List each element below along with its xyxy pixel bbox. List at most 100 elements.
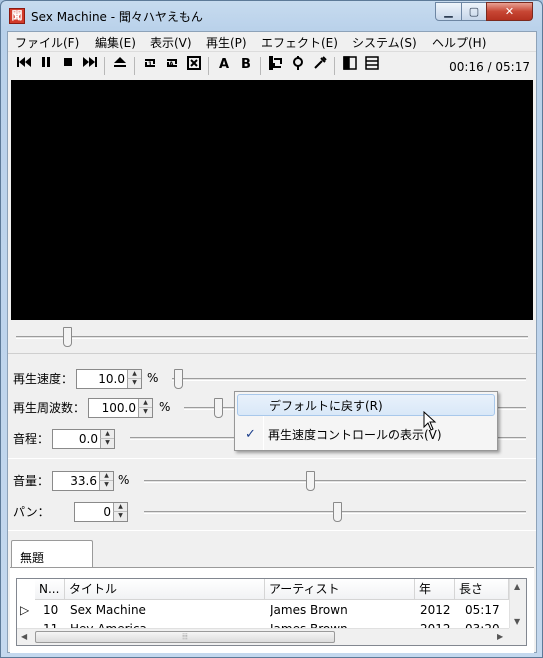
menu-help[interactable]: ヘルプ(H) bbox=[432, 34, 486, 51]
svg-text:1: 1 bbox=[148, 61, 152, 68]
pitch-label: 音程： bbox=[13, 432, 50, 446]
column-header-number[interactable]: N... bbox=[35, 579, 65, 600]
pause-icon[interactable] bbox=[36, 55, 56, 75]
pan-input[interactable]: 0 ▲ ▼ bbox=[74, 502, 128, 522]
marker-remove-icon[interactable] bbox=[310, 55, 330, 75]
loop-one-icon[interactable]: 1 bbox=[140, 55, 160, 75]
menu-edit[interactable]: 編集(E) bbox=[95, 34, 136, 51]
row-year[interactable]: 2012 bbox=[420, 603, 451, 617]
scroll-right-icon[interactable]: ▶ bbox=[497, 632, 503, 641]
volume-thumb[interactable] bbox=[305, 471, 315, 491]
loop-all-icon[interactable]: A bbox=[162, 55, 182, 75]
menu-view[interactable]: 表示(V) bbox=[150, 34, 192, 51]
menu-item-label: 再生速度コントロールの表示(V) bbox=[268, 428, 442, 442]
volume-track[interactable] bbox=[144, 480, 526, 483]
menu-bar: ファイル(F) 編集(E) 表示(V) 再生(P) エフェクト(E) システム(… bbox=[8, 32, 536, 52]
tab-untitled[interactable]: 無題 bbox=[11, 540, 93, 568]
maximize-button[interactable]: ▢ bbox=[461, 2, 487, 21]
row-artist[interactable]: James Brown bbox=[270, 603, 348, 617]
frequency-input[interactable]: 100.0 ▲ ▼ bbox=[88, 398, 153, 418]
pitch-down-button[interactable]: ▼ bbox=[100, 439, 114, 448]
column-header-artist[interactable]: アーティスト bbox=[265, 579, 415, 600]
frequency-label: 再生周波数： bbox=[13, 401, 86, 415]
speed-track[interactable] bbox=[172, 378, 526, 381]
video-display[interactable] bbox=[11, 80, 533, 320]
svg-text:A: A bbox=[169, 61, 174, 68]
volume-unit: % bbox=[118, 473, 130, 487]
scroll-left-icon[interactable]: ◀ bbox=[21, 632, 27, 641]
eject-icon[interactable] bbox=[110, 55, 130, 75]
minimize-button[interactable]: ▁ bbox=[435, 2, 462, 21]
vertical-scrollbar[interactable]: ▲ ▼ bbox=[509, 579, 526, 629]
view-toggle-1-icon[interactable] bbox=[340, 55, 360, 75]
toolbar: 1 A A B 00:16 / 05:17 bbox=[8, 52, 536, 80]
seek-thumb[interactable] bbox=[62, 327, 72, 347]
window-title: Sex Machine - 聞々ハヤえもん bbox=[31, 10, 203, 24]
playlist-panel: N... タイトル アーティスト 年 長さ ▷ 10 Sex Machine J… bbox=[10, 567, 534, 653]
next-icon[interactable] bbox=[80, 55, 100, 75]
close-button[interactable]: ✕ bbox=[486, 2, 533, 21]
row-title[interactable]: Sex Machine bbox=[70, 603, 146, 617]
pan-down-button[interactable]: ▼ bbox=[113, 512, 127, 521]
horizontal-scroll-thumb[interactable]: ⦙⦙⦙ bbox=[35, 631, 335, 643]
seek-track[interactable] bbox=[16, 336, 528, 339]
row-number[interactable]: 10 bbox=[43, 603, 58, 617]
ab-loop-icon[interactable] bbox=[266, 55, 286, 75]
menu-play[interactable]: 再生(P) bbox=[206, 34, 247, 51]
previous-icon[interactable] bbox=[14, 55, 34, 75]
app-icon[interactable]: 聞 bbox=[9, 8, 25, 24]
pan-thumb[interactable] bbox=[333, 502, 342, 522]
pan-up-button[interactable]: ▲ bbox=[113, 503, 127, 512]
speed-value: 10.0 bbox=[98, 372, 125, 386]
speed-thumb[interactable] bbox=[174, 369, 183, 389]
client-area: ファイル(F) 編集(E) 表示(V) 再生(P) エフェクト(E) システム(… bbox=[7, 31, 537, 653]
menu-item-show-speed-control[interactable]: ✓ 再生速度コントロールの表示(V) bbox=[237, 424, 495, 446]
volume-input[interactable]: 33.6 ▲ ▼ bbox=[52, 471, 114, 491]
marker-add-icon[interactable] bbox=[288, 55, 308, 75]
column-header-title[interactable]: タイトル bbox=[65, 579, 265, 600]
speed-up-button[interactable]: ▲ bbox=[127, 370, 141, 379]
frequency-thumb[interactable] bbox=[214, 398, 224, 418]
time-display: 00:16 / 05:17 bbox=[449, 60, 530, 74]
pitch-input[interactable]: 0.0 ▲ ▼ bbox=[52, 429, 115, 449]
pitch-value: 0.0 bbox=[78, 432, 98, 446]
random-icon[interactable] bbox=[184, 55, 204, 75]
menu-system[interactable]: システム(S) bbox=[352, 34, 417, 51]
toolbar-separator bbox=[104, 57, 105, 75]
speed-unit: % bbox=[147, 371, 159, 385]
menu-file[interactable]: ファイル(F) bbox=[15, 34, 79, 51]
toolbar-separator bbox=[208, 57, 209, 75]
menu-item-reset-default[interactable]: デフォルトに戻す(R) bbox=[237, 394, 495, 416]
context-menu: デフォルトに戻す(R) ✓ 再生速度コントロールの表示(V) bbox=[234, 391, 498, 451]
horizontal-scrollbar[interactable]: ◀ ⦙⦙⦙ ▶ bbox=[17, 628, 509, 645]
volume-value: 33.6 bbox=[70, 474, 97, 488]
marker-b-icon[interactable]: B bbox=[236, 55, 256, 75]
toolbar-separator bbox=[334, 57, 335, 75]
toolbar-separator bbox=[260, 57, 261, 75]
now-playing-icon: ▷ bbox=[20, 603, 30, 617]
column-header-length[interactable]: 長さ bbox=[455, 579, 509, 600]
view-toggle-2-icon[interactable] bbox=[362, 55, 382, 75]
speed-input[interactable]: 10.0 ▲ ▼ bbox=[76, 369, 142, 389]
group-divider bbox=[8, 530, 536, 531]
group-divider bbox=[8, 458, 536, 459]
speed-down-button[interactable]: ▼ bbox=[127, 379, 141, 388]
mouse-cursor-icon bbox=[423, 411, 437, 431]
frequency-unit: % bbox=[159, 400, 171, 414]
volume-up-button[interactable]: ▲ bbox=[99, 472, 113, 481]
playlist-table[interactable]: N... タイトル アーティスト 年 長さ ▷ 10 Sex Machine J… bbox=[16, 578, 527, 646]
scroll-up-icon[interactable]: ▲ bbox=[514, 582, 520, 591]
menu-effect[interactable]: エフェクト(E) bbox=[261, 34, 338, 51]
volume-down-button[interactable]: ▼ bbox=[99, 481, 113, 490]
pitch-up-button[interactable]: ▲ bbox=[100, 430, 114, 439]
toolbar-separator bbox=[134, 57, 135, 75]
frequency-down-button[interactable]: ▼ bbox=[138, 408, 152, 417]
title-bar[interactable]: 聞 Sex Machine - 聞々ハヤえもん ▁ ▢ ✕ bbox=[1, 1, 542, 31]
frequency-up-button[interactable]: ▲ bbox=[138, 399, 152, 408]
stop-icon[interactable] bbox=[58, 55, 78, 75]
column-header-year[interactable]: 年 bbox=[415, 579, 455, 600]
scroll-down-icon[interactable]: ▼ bbox=[514, 617, 520, 626]
row-length[interactable]: 05:17 bbox=[465, 603, 500, 617]
marker-a-icon[interactable]: A bbox=[214, 55, 234, 75]
check-icon: ✓ bbox=[245, 427, 256, 442]
